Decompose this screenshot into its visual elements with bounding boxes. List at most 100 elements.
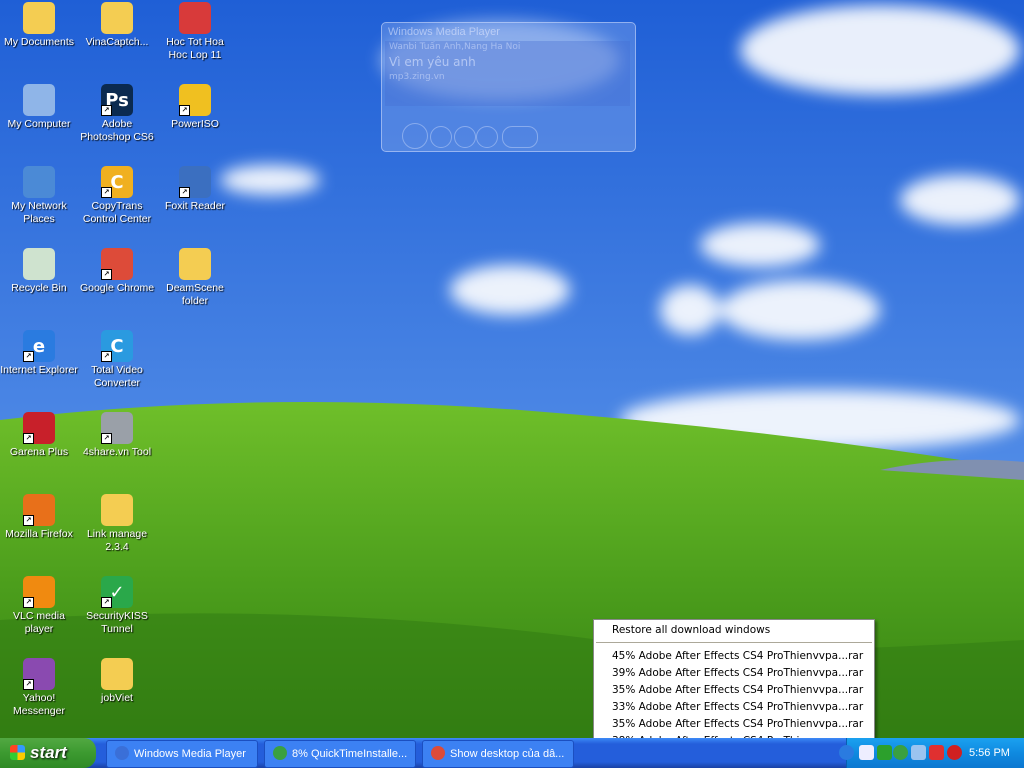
app-icon <box>431 746 445 760</box>
desktop-icon[interactable]: Hoc Tot Hoa Hoc Lop 11 <box>156 2 234 62</box>
video-converter-icon: C ↗ <box>101 330 133 362</box>
desktop-icon-label: 4share.vn Tool <box>82 446 152 458</box>
network-icon[interactable] <box>911 745 926 760</box>
desktop-icon-label: Yahoo! Messenger <box>13 692 65 717</box>
desktop-icon[interactable]: e ↗ Internet Explorer <box>0 330 78 377</box>
app-icon <box>273 746 287 760</box>
previous-button[interactable] <box>454 126 476 148</box>
next-button[interactable] <box>476 126 498 148</box>
shortcut-arrow-icon: ↗ <box>101 351 112 362</box>
shortcut-arrow-icon: ↗ <box>101 187 112 198</box>
desktop-icon[interactable]: My Network Places <box>0 166 78 226</box>
download-context-menu: Restore all download windows 45% Adobe A… <box>593 619 875 753</box>
desktop-icon[interactable]: ↗ Yahoo! Messenger <box>0 658 78 718</box>
arrow-icon[interactable] <box>877 745 892 760</box>
desktop-icon-label: Mozilla Firefox <box>5 528 73 540</box>
tray-collapse-icon[interactable] <box>839 745 854 760</box>
security-shield-icon[interactable] <box>947 745 962 760</box>
folder-documents-icon <box>23 2 55 34</box>
chemistry-app-icon <box>179 2 211 34</box>
desktop-icon-label: VLC media player <box>13 610 65 635</box>
desktop-icon[interactable]: ↗ VLC media player <box>0 576 78 636</box>
folder-icon <box>101 658 133 690</box>
desktop-icon[interactable]: C ↗ Total Video Converter <box>78 330 156 390</box>
desktop-icon-label: Hoc Tot Hoa Hoc Lop 11 <box>166 36 224 61</box>
folder-icon <box>101 2 133 34</box>
taskbar-button[interactable]: Show desktop của dâ... <box>422 740 574 768</box>
menu-separator <box>596 642 872 643</box>
desktop-icon-label: VinaCaptch... <box>85 36 149 48</box>
clock[interactable]: 5:56 PM <box>969 738 1010 768</box>
desktop-icon-label: Total Video Converter <box>91 364 143 389</box>
menu-item-download[interactable]: 33% Adobe After Effects CS4 ProThienvvpa… <box>594 699 874 716</box>
shortcut-arrow-icon: ↗ <box>23 433 34 444</box>
desktop-icon[interactable]: ↗ Mozilla Firefox <box>0 494 78 541</box>
desktop[interactable]: My Documents VinaCaptch... Hoc Tot Hoa Hoc… <box>0 0 1024 768</box>
antivirus-v-icon[interactable] <box>929 745 944 760</box>
desktop-icon[interactable]: ↗ PowerISO <box>156 84 234 131</box>
desktop-icon[interactable]: Ps ↗ Adobe Photoshop CS6 <box>78 84 156 144</box>
yahoo-messenger-icon: ↗ <box>23 658 55 690</box>
taskbar-button-label: Windows Media Player <box>134 748 246 760</box>
windows-media-player-window[interactable]: Windows Media Player Wanbi Tuấn Anh,Nang… <box>381 22 636 152</box>
shortcut-arrow-icon: ↗ <box>101 269 112 280</box>
folder-icon <box>101 494 133 526</box>
taskbar-button[interactable]: 8% QuickTimeInstalle... <box>264 740 416 768</box>
desktop-icon[interactable]: Link manage 2.3.4 <box>78 494 156 554</box>
shortcut-arrow-icon: ↗ <box>179 105 190 116</box>
shortcut-arrow-icon: ↗ <box>23 679 34 690</box>
desktop-icon[interactable]: ↗ Garena Plus <box>0 412 78 459</box>
menu-item-download[interactable]: 39% Adobe After Effects CS4 ProThienvvpa… <box>594 665 874 682</box>
desktop-icon[interactable]: ↗ 4share.vn Tool <box>78 412 156 459</box>
download-manager-icon[interactable] <box>893 745 908 760</box>
taskbar-button-label: Show desktop của dâ... <box>450 748 565 760</box>
start-button[interactable]: start <box>0 738 96 768</box>
shortcut-arrow-icon: ↗ <box>101 597 112 608</box>
shortcut-arrow-icon: ↗ <box>101 433 112 444</box>
chrome-icon: ↗ <box>101 248 133 280</box>
shortcut-arrow-icon: ↗ <box>179 187 190 198</box>
desktop-icon-label: PowerISO <box>171 118 219 130</box>
system-tray: 5:56 PM <box>839 738 1024 768</box>
menu-item-download[interactable]: 35% Adobe After Effects CS4 ProThienvvpa… <box>594 716 874 733</box>
desktop-icon-label: CopyTrans Control Center <box>82 200 152 225</box>
start-label: start <box>30 743 67 762</box>
firefox-icon: ↗ <box>23 494 55 526</box>
desktop-icon-label: Recycle Bin <box>11 282 67 294</box>
network-icon <box>23 166 55 198</box>
shortcut-arrow-icon: ↗ <box>23 515 34 526</box>
desktop-icon[interactable]: Recycle Bin <box>0 248 78 295</box>
menu-item-download[interactable]: 45% Adobe After Effects CS4 ProThienvvpa… <box>594 648 874 665</box>
menu-item-restore-all[interactable]: Restore all download windows <box>594 622 874 639</box>
desktop-icon[interactable]: ↗ Foxit Reader <box>156 166 234 213</box>
taskbar-button-label: 8% QuickTimeInstalle... <box>292 748 408 760</box>
desktop-icon[interactable]: jobViet <box>78 658 156 705</box>
desktop-icon[interactable]: ↗ Google Chrome <box>78 248 156 295</box>
keyboard-icon[interactable] <box>859 745 874 760</box>
app-icon <box>115 746 129 760</box>
desktop-icon-label: Adobe Photoshop CS6 <box>80 118 154 143</box>
copytrans-icon: C ↗ <box>101 166 133 198</box>
wmp-title: Windows Media Player <box>388 26 500 38</box>
wmp-song: Vì em yêu anh <box>389 55 476 69</box>
desktop-icon-label: My Computer <box>7 118 71 130</box>
recycle-bin-icon <box>23 248 55 280</box>
stop-button[interactable] <box>430 126 452 148</box>
volume-button[interactable] <box>502 126 538 148</box>
photoshop-icon: Ps ↗ <box>101 84 133 116</box>
garena-icon: ↗ <box>23 412 55 444</box>
desktop-icon[interactable]: My Documents <box>0 2 78 49</box>
taskbar-button[interactable]: Windows Media Player <box>106 740 258 768</box>
pause-button[interactable] <box>402 123 428 149</box>
computer-icon <box>23 84 55 116</box>
4share-icon: ↗ <box>101 412 133 444</box>
desktop-icon[interactable]: DeamScene folder <box>156 248 234 308</box>
desktop-icon[interactable]: ✓ ↗ SecurityKISS Tunnel <box>78 576 156 636</box>
wmp-artist: Wanbi Tuấn Anh,Nang Ha Noi <box>389 42 521 52</box>
desktop-icon-label: Link manage 2.3.4 <box>86 528 148 553</box>
desktop-icon[interactable]: VinaCaptch... <box>78 2 156 49</box>
menu-item-download[interactable]: 35% Adobe After Effects CS4 ProThienvvpa… <box>594 682 874 699</box>
desktop-icon[interactable]: My Computer <box>0 84 78 131</box>
vlc-icon: ↗ <box>23 576 55 608</box>
desktop-icon[interactable]: C ↗ CopyTrans Control Center <box>78 166 156 226</box>
